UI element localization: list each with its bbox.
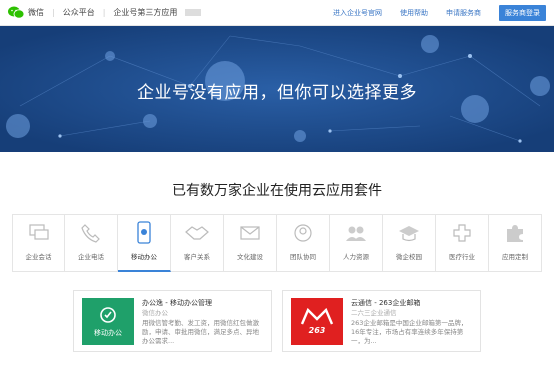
tab-label: 客户关系 <box>184 253 210 261</box>
tab-label: 企业电话 <box>78 253 104 261</box>
tab-team[interactable]: 团队协同 <box>277 214 330 272</box>
tab-mobile-office[interactable]: 移动办公 <box>118 214 171 272</box>
card-subtitle: 微信办公 <box>142 309 168 318</box>
handshake-icon <box>185 221 209 245</box>
tab-custom-apps[interactable]: 应用定制 <box>489 214 542 272</box>
card-title: 办公逸 - 移动办公管理 <box>142 299 212 307</box>
app-card-263-mail[interactable]: 263 云通信 - 263企业邮箱 二六三企业通信 263企业邮箱是中国企业邮箱… <box>282 290 481 352</box>
top-nav: 进入企业号官网 使用帮助 申请服务商 服务商登录 <box>333 4 546 21</box>
thumb-label: 移动办公 <box>94 328 122 337</box>
mobile-office-icon <box>132 221 156 245</box>
top-bar: 微信 | 公众平台 | 企业号第三方应用 进入企业号官网 使用帮助 申请服务商 … <box>0 0 554 26</box>
app-card-bangongyi[interactable]: 移动办公 办公逸 - 移动办公管理 微信办公 用微信管考勤、发工资，用微信红包做… <box>73 290 272 352</box>
tab-culture[interactable]: 文化建设 <box>224 214 277 272</box>
chat-icon <box>27 221 51 245</box>
hero-banner: 企业号没有应用，但你可以选择更多 <box>0 26 554 152</box>
hero-title: 企业号没有应用，但你可以选择更多 <box>137 83 417 103</box>
tab-medical[interactable]: 医疗行业 <box>436 214 489 272</box>
people-icon <box>344 221 368 245</box>
card-body: 云通信 - 263企业邮箱 二六三企业通信 263企业邮箱是中国企业邮箱第一品牌… <box>351 298 472 344</box>
section-subtitle: 已有数万家企业在使用云应用套件 <box>172 183 382 199</box>
tab-label: 移动办公 <box>131 253 157 261</box>
nav-help-link[interactable]: 使用帮助 <box>400 8 428 18</box>
nav-apply-provider-link[interactable]: 申请服务商 <box>446 8 481 18</box>
brand[interactable]: 微信 | 公众平台 | 企业号第三方应用 <box>8 6 202 19</box>
tab-label: 文化建设 <box>237 253 263 261</box>
medical-cross-icon <box>450 221 474 245</box>
tab-label: 医疗行业 <box>449 253 475 261</box>
graduation-cap-icon <box>397 221 421 245</box>
tab-campus[interactable]: 微企校园 <box>383 214 436 272</box>
app-thumbnail: 263 <box>291 298 343 345</box>
logo-text: 微信 <box>28 8 44 17</box>
tab-hr[interactable]: 人力资源 <box>330 214 383 272</box>
tab-label: 团队协同 <box>290 253 316 261</box>
tab-customer-relations[interactable]: 客户关系 <box>171 214 224 272</box>
phone-icon <box>79 221 103 245</box>
card-description: 用微信管考勤、发工资，用微信红包做激励，申请、审批用微信，满足多点、异地办公需求… <box>142 318 259 344</box>
provider-login-button[interactable]: 服务商登录 <box>499 4 546 21</box>
category-tabs: 企业会话 企业电话 移动办公 客户关系 文化建设 团队协同 人力资源 微企校园 … <box>0 214 554 272</box>
card-title: 云通信 - 263企业邮箱 <box>351 299 421 307</box>
app-card-list: 移动办公 办公逸 - 移动办公管理 微信办公 用微信管考勤、发工资，用微信红包做… <box>0 290 554 352</box>
nav-official-site-link[interactable]: 进入企业号官网 <box>333 8 382 18</box>
tab-label: 人力资源 <box>343 253 369 261</box>
divider: | <box>102 8 106 17</box>
thumb-label: 263 <box>308 326 326 335</box>
card-description: 263企业邮箱是中国企业邮箱第一品牌，16年专注，市场占有率连续多年保持第一，为… <box>351 318 468 344</box>
tab-label: 应用定制 <box>502 253 528 261</box>
puzzle-icon <box>503 221 527 245</box>
divider: | <box>52 8 55 17</box>
tab-label: 企业会话 <box>25 253 52 261</box>
platform-name: 公众平台 <box>62 8 95 17</box>
card-subtitle: 二六三企业通信 <box>351 309 397 318</box>
beta-badge <box>185 9 202 16</box>
app-logo-icon <box>300 308 334 325</box>
card-body: 办公逸 - 移动办公管理 微信办公 用微信管考勤、发工资，用微信红包做激励，申请… <box>142 298 263 344</box>
app-thumbnail: 移动办公 <box>82 298 134 345</box>
tab-chat[interactable]: 企业会话 <box>12 214 65 272</box>
envelope-icon <box>238 221 262 245</box>
wechat-logo-icon <box>8 6 25 19</box>
team-icon <box>291 221 315 245</box>
tab-phone[interactable]: 企业电话 <box>65 214 118 272</box>
app-logo-icon <box>100 306 116 323</box>
section-name: 企业号第三方应用 <box>113 8 178 17</box>
tab-label: 微企校园 <box>396 253 422 261</box>
